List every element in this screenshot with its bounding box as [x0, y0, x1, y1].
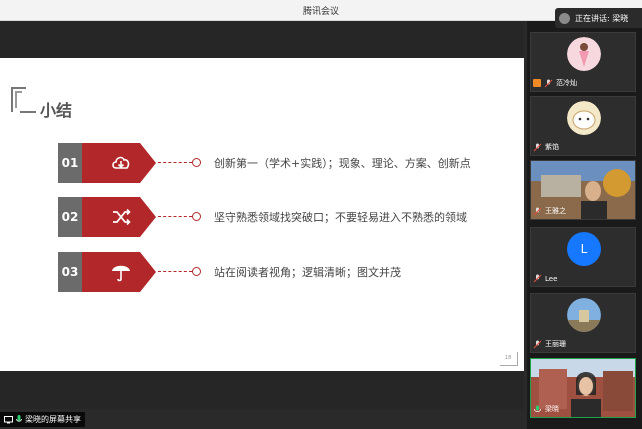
slide-heading: 小结 — [40, 101, 73, 120]
participant-tile[interactable]: L Lee — [530, 227, 636, 287]
section-bracket-icon — [10, 28, 36, 54]
summary-item-3: 03 站在阅读者视角；逻辑清晰；图文并茂 — [58, 252, 518, 292]
speaker-avatar — [559, 12, 570, 24]
participant-name: Lee — [545, 274, 558, 283]
item-connector — [158, 162, 192, 163]
item-icon-box — [82, 197, 156, 237]
participant-tile[interactable]: 王丽珊 — [530, 293, 636, 353]
slide-bottom-letterbox — [0, 371, 524, 409]
item-number: 01 — [58, 143, 82, 183]
microphone-muted-icon — [533, 207, 542, 215]
avatar — [567, 37, 601, 71]
screen-share-icon — [4, 415, 13, 423]
item-connector — [158, 216, 192, 217]
microphone-muted-icon — [544, 79, 553, 87]
cloud-download-icon — [112, 156, 130, 169]
participant-tile[interactable]: 王雅之 — [530, 160, 636, 220]
item-icon-box — [82, 252, 156, 292]
screen-share-label-text: 梁晓的屏幕共享 — [25, 415, 81, 424]
item-dot — [192, 212, 201, 221]
avatar: L — [567, 232, 601, 266]
shuffle-icon — [113, 208, 131, 226]
avatar — [567, 101, 601, 135]
window-title: 腾讯会议 — [302, 7, 339, 17]
slide-top-letterbox — [0, 21, 524, 58]
item-text: 站在阅读者视角；逻辑清晰；图文并茂 — [214, 266, 401, 279]
speaking-text: 正在讲话: 梁晓 — [575, 13, 629, 23]
item-connector — [158, 271, 192, 272]
item-number: 02 — [58, 197, 82, 237]
microphone-muted-icon — [533, 340, 542, 348]
item-dot — [192, 267, 201, 276]
item-text: 创新第一（学术+实践）；现象、理论、方案、创新点 — [214, 157, 471, 170]
umbrella-icon — [112, 265, 130, 282]
item-dot — [192, 158, 201, 167]
participant-tile-active[interactable]: 梁晓 — [530, 358, 636, 418]
item-text: 坚守熟悉领域找突破口；不要轻易进入不熟悉的领域 — [214, 211, 467, 224]
participant-name: 王丽珊 — [545, 340, 566, 348]
participant-name: 王雅之 — [545, 207, 566, 215]
microphone-muted-icon — [533, 143, 542, 151]
screen-share-label[interactable]: 梁晓的屏幕共享 — [0, 412, 85, 427]
item-icon-box — [82, 143, 156, 183]
avatar — [567, 298, 601, 332]
speaking-indicator: 正在讲话: 梁晓 — [555, 8, 642, 28]
microphone-active-icon — [534, 405, 541, 412]
title-bar: 腾讯会议 — [0, 0, 642, 21]
host-badge-icon — [533, 79, 541, 87]
participant-name: 范冷灿 — [556, 79, 577, 87]
summary-item-2: 02 坚守熟悉领域找突破口；不要轻易进入不熟悉的领域 — [58, 197, 518, 237]
section-bracket-icon — [11, 87, 36, 113]
participant-name: 紫馅 — [545, 143, 559, 151]
summary-item-1: 01 创新第一（学术+实践）；现象、理论、方案、创新点 — [58, 143, 518, 183]
item-number: 03 — [58, 252, 82, 292]
microphone-muted-icon — [533, 274, 542, 283]
participant-name: 梁晓 — [545, 405, 559, 413]
slide-page-number: 18 — [505, 355, 512, 361]
microphone-icon — [16, 415, 22, 422]
participant-tile[interactable]: 范冷灿 — [530, 32, 636, 92]
participant-tile[interactable]: 紫馅 — [530, 96, 636, 156]
